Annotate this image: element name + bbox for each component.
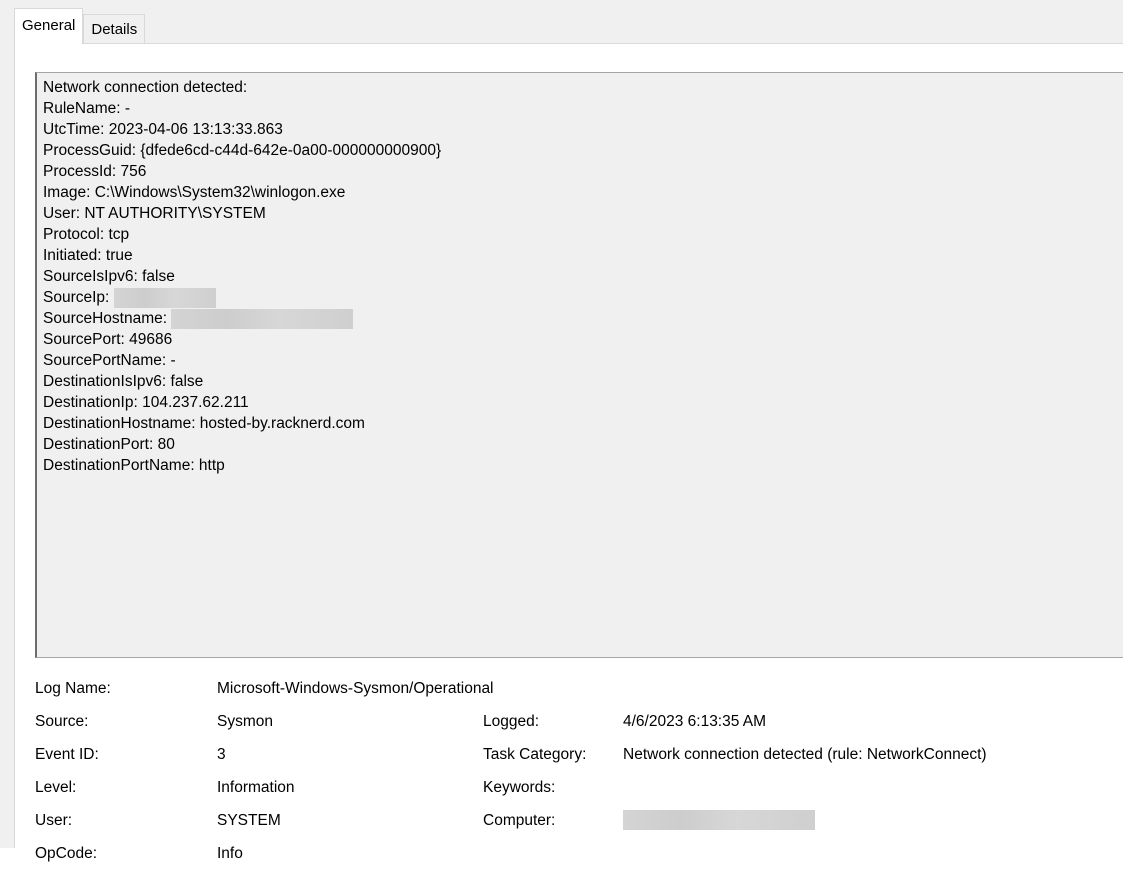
task-category-label: Task Category: bbox=[483, 746, 587, 763]
desc-line: Image: C:\Windows\System32\winlogon.exe bbox=[43, 184, 346, 201]
computer-label: Computer: bbox=[483, 812, 556, 829]
desc-line: DestinationPortName: http bbox=[43, 457, 225, 474]
desc-line: ProcessId: 756 bbox=[43, 163, 147, 180]
logged-label: Logged: bbox=[483, 713, 540, 730]
opcode-label: OpCode: bbox=[35, 845, 98, 862]
desc-line: SourcePort: 49686 bbox=[43, 331, 173, 348]
desc-line: Protocol: tcp bbox=[43, 226, 130, 243]
desc-line: DestinationIsIpv6: false bbox=[43, 373, 204, 390]
event-id-label: Event ID: bbox=[35, 746, 99, 763]
desc-line: DestinationIp: 104.237.62.211 bbox=[43, 394, 249, 411]
desc-line: SourcePortName: - bbox=[43, 352, 176, 369]
tab-general[interactable]: General bbox=[14, 8, 84, 44]
source-label: Source: bbox=[35, 713, 89, 730]
desc-line-source-ip: SourceIp: bbox=[43, 287, 1123, 308]
tab-strip: General Details bbox=[14, 8, 146, 44]
event-id-value[interactable]: 3 bbox=[217, 738, 226, 771]
desc-line: DestinationHostname: hosted-by.racknerd.… bbox=[43, 415, 365, 432]
log-name-value[interactable]: Microsoft-Windows-Sysmon/Operational bbox=[217, 672, 494, 705]
opcode-value[interactable]: Info bbox=[217, 837, 243, 870]
desc-line: ProcessGuid: {dfede6cd-c44d-642e-0a00-00… bbox=[43, 142, 442, 159]
task-category-value[interactable]: Network connection detected (rule: Netwo… bbox=[623, 738, 987, 771]
desc-line: Initiated: true bbox=[43, 247, 133, 264]
level-value[interactable]: Information bbox=[217, 771, 295, 804]
desc-line: DestinationPort: 80 bbox=[43, 436, 175, 453]
keywords-label: Keywords: bbox=[483, 779, 556, 796]
desc-line: UtcTime: 2023-04-06 13:13:33.863 bbox=[43, 121, 283, 138]
redacted-computer-name bbox=[623, 810, 815, 830]
tab-details[interactable]: Details bbox=[83, 14, 146, 44]
source-hostname-label: SourceHostname: bbox=[43, 310, 172, 327]
source-value[interactable]: Sysmon bbox=[217, 705, 273, 738]
desc-line: SourceIsIpv6: false bbox=[43, 268, 175, 285]
source-ip-label: SourceIp: bbox=[43, 289, 114, 306]
redacted-source-hostname bbox=[171, 308, 354, 329]
logged-value[interactable]: 4/6/2023 6:13:35 AM bbox=[623, 705, 766, 738]
user-value[interactable]: SYSTEM bbox=[217, 804, 281, 837]
level-label: Level: bbox=[35, 779, 77, 796]
user-label: User: bbox=[35, 812, 73, 829]
general-panel: Network connection detected: RuleName: -… bbox=[14, 43, 1123, 862]
desc-line: Network connection detected: bbox=[43, 79, 248, 96]
redacted-source-ip bbox=[113, 287, 216, 308]
desc-line-source-hostname: SourceHostname: bbox=[43, 308, 1123, 329]
desc-line: RuleName: - bbox=[43, 100, 130, 117]
event-properties-window: General Details Network connection detec… bbox=[0, 0, 1123, 862]
desc-line: User: NT AUTHORITY\SYSTEM bbox=[43, 205, 266, 222]
log-name-label: Log Name: bbox=[35, 680, 111, 697]
event-description-box[interactable]: Network connection detected: RuleName: -… bbox=[35, 72, 1123, 658]
